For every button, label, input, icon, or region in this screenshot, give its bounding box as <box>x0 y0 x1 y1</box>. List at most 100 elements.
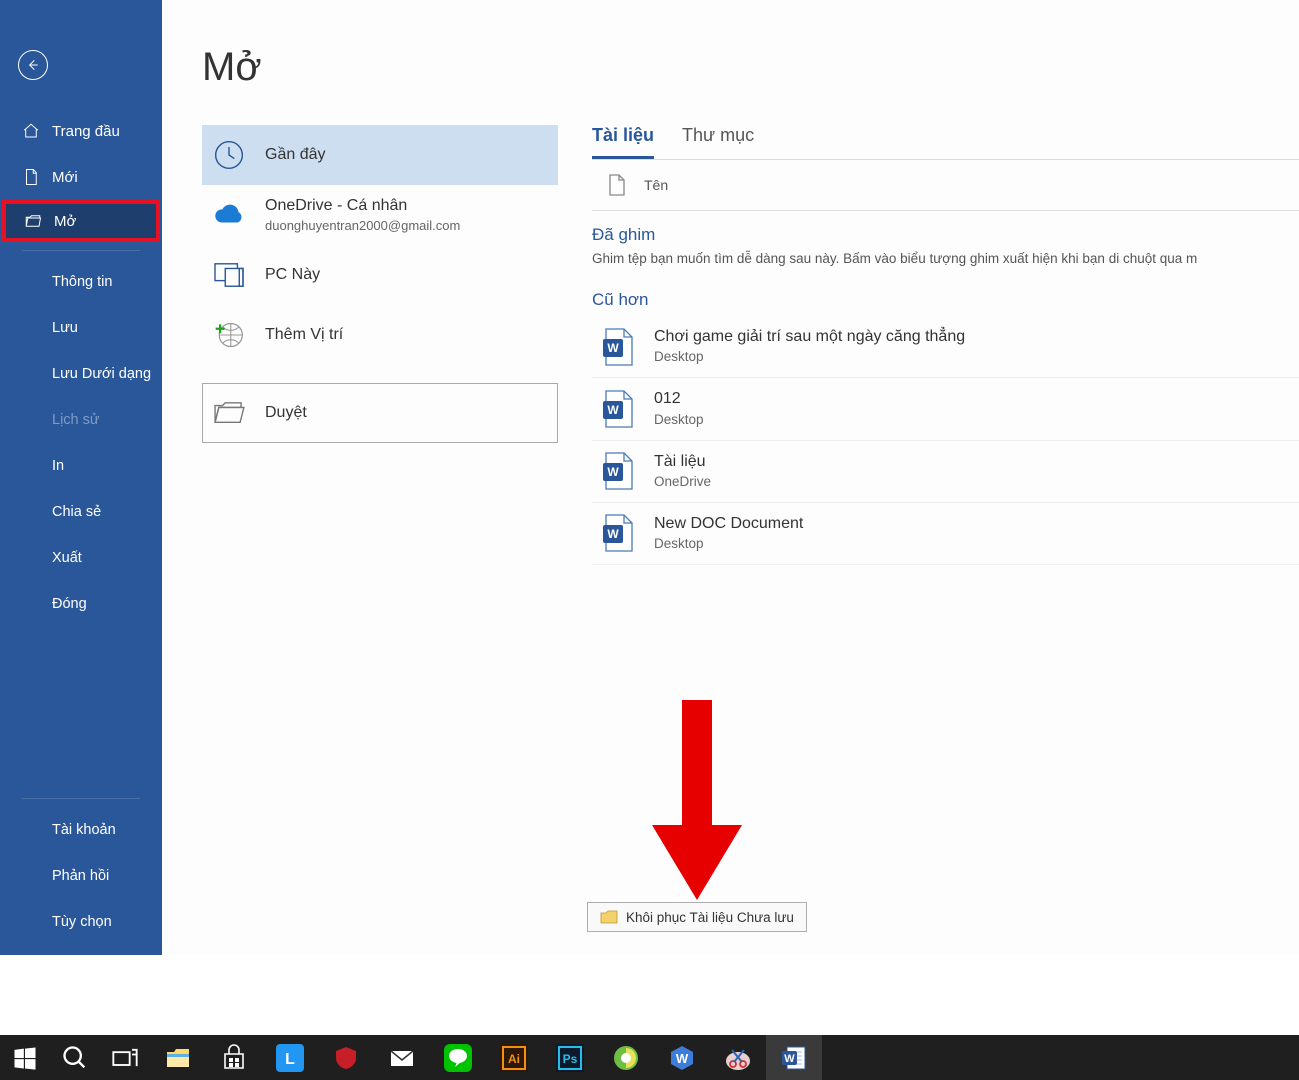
file-location: OneDrive <box>654 473 711 492</box>
svg-text:W: W <box>607 341 619 355</box>
nav-options[interactable]: Tùy chọn <box>0 899 162 945</box>
column-header[interactable]: Tên <box>592 160 1299 211</box>
nav-home[interactable]: Trang đầu <box>0 108 162 154</box>
section-pinned-heading: Đã ghim <box>592 211 1299 251</box>
taskview-icon <box>111 1044 139 1072</box>
nav-label: Trang đầu <box>52 123 120 140</box>
nav-share[interactable]: Chia sẻ <box>0 489 162 535</box>
location-label: Gần đây <box>265 146 325 164</box>
nav-export[interactable]: Xuất <box>0 535 162 581</box>
location-thispc[interactable]: PC Này <box>202 245 558 305</box>
cloud-icon <box>211 197 247 233</box>
nav-history: Lịch sử <box>0 397 162 443</box>
taskbar-taskview[interactable] <box>100 1035 150 1080</box>
file-icon <box>608 174 626 196</box>
word-icon: W <box>780 1044 808 1072</box>
mail-icon <box>388 1044 416 1072</box>
tabs: Tài liệu Thư mục <box>592 125 1299 160</box>
page-title: Mở <box>162 0 1299 108</box>
taskbar-mail[interactable] <box>374 1035 430 1080</box>
file-item[interactable]: W Chơi game giải trí sau một ngày căng t… <box>592 316 1299 378</box>
taskbar-app-blue[interactable]: W <box>654 1035 710 1080</box>
nav-close[interactable]: Đóng <box>0 581 162 627</box>
taskbar-coccoc[interactable] <box>598 1035 654 1080</box>
section-pinned-desc: Ghim tệp bạn muốn tìm dễ dàng sau này. B… <box>592 251 1299 276</box>
word-doc-icon: W <box>602 451 636 491</box>
taskbar-search[interactable] <box>50 1035 100 1080</box>
taskbar-word[interactable]: W <box>766 1035 822 1080</box>
globe-plus-icon <box>211 317 247 353</box>
taskbar-app-l[interactable]: L <box>262 1035 318 1080</box>
file-name: 012 <box>654 388 704 410</box>
recover-unsaved-button[interactable]: Khôi phục Tài liệu Chưa lưu <box>587 902 807 932</box>
ai-icon: Ai <box>500 1044 528 1072</box>
file-location: Desktop <box>654 348 965 367</box>
tab-files[interactable]: Tài liệu <box>592 125 654 159</box>
location-addplace[interactable]: Thêm Vị trí <box>202 305 558 365</box>
file-location: Desktop <box>654 411 704 430</box>
browser-icon <box>612 1044 640 1072</box>
file-name: Chơi game giải trí sau một ngày căng thẳ… <box>654 326 965 348</box>
annotation-arrow-icon <box>652 700 742 900</box>
folder-open-icon <box>24 212 42 230</box>
svg-text:W: W <box>607 403 619 417</box>
nav-print[interactable]: In <box>0 443 162 489</box>
taskbar-start[interactable] <box>0 1035 50 1080</box>
file-item[interactable]: W 012 Desktop <box>592 378 1299 440</box>
search-icon <box>61 1044 89 1072</box>
file-location: Desktop <box>654 535 803 554</box>
location-recent[interactable]: Gần đây <box>202 125 558 185</box>
section-older-heading: Cũ hơn <box>592 276 1299 316</box>
clock-icon <box>211 137 247 173</box>
separator <box>22 250 140 251</box>
location-label: Thêm Vị trí <box>265 326 343 344</box>
chat-icon <box>444 1044 472 1072</box>
arrow-left-icon <box>25 57 41 73</box>
nav-new[interactable]: Mới <box>0 154 162 200</box>
file-icon <box>22 168 40 186</box>
nav-feedback[interactable]: Phản hồi <box>0 853 162 899</box>
nav-save[interactable]: Lưu <box>0 305 162 351</box>
word-doc-icon: W <box>602 389 636 429</box>
taskbar-explorer[interactable] <box>150 1035 206 1080</box>
folder-open-icon <box>211 395 247 431</box>
svg-text:W: W <box>676 1051 689 1066</box>
word-doc-icon: W <box>602 513 636 553</box>
taskbar-illustrator[interactable]: Ai <box>486 1035 542 1080</box>
svg-text:Ai: Ai <box>508 1052 520 1066</box>
svg-text:L: L <box>285 1051 295 1068</box>
svg-text:Ps: Ps <box>563 1052 578 1066</box>
back-button[interactable] <box>18 50 48 80</box>
folder-icon <box>600 910 618 924</box>
nav-saveas[interactable]: Lưu Dưới dạng <box>0 351 162 397</box>
file-name: Tài liệu <box>654 451 711 473</box>
svg-text:W: W <box>784 1053 795 1065</box>
separator <box>22 798 140 799</box>
location-label: Duyệt <box>265 404 307 422</box>
column-name-label: Tên <box>644 177 668 193</box>
pc-icon <box>211 257 247 293</box>
button-label: Khôi phục Tài liệu Chưa lưu <box>626 910 794 925</box>
tab-folders[interactable]: Thư mục <box>682 125 754 159</box>
windows-icon <box>11 1044 39 1072</box>
taskbar-line[interactable] <box>430 1035 486 1080</box>
taskbar: L Ai Ps W W <box>0 1035 1299 1080</box>
nav-label: Mới <box>52 169 78 186</box>
nav-account[interactable]: Tài khoản <box>0 807 162 853</box>
location-browse[interactable]: Duyệt <box>202 383 558 443</box>
file-name: New DOC Document <box>654 513 803 535</box>
taskbar-store[interactable] <box>206 1035 262 1080</box>
file-item[interactable]: W Tài liệu OneDrive <box>592 441 1299 503</box>
file-item[interactable]: W New DOC Document Desktop <box>592 503 1299 565</box>
folder-icon <box>164 1044 192 1072</box>
taskbar-photoshop[interactable]: Ps <box>542 1035 598 1080</box>
taskbar-mcafee[interactable] <box>318 1035 374 1080</box>
nav-label: Mở <box>54 213 76 230</box>
svg-text:W: W <box>607 527 619 541</box>
backstage-sidebar: Trang đầu Mới Mở Thông tin Lưu Lưu Dưới … <box>0 0 162 955</box>
nav-open[interactable]: Mở <box>2 200 160 242</box>
location-onedrive[interactable]: OneDrive - Cá nhân duonghuyentran2000@gm… <box>202 185 558 245</box>
location-label: OneDrive - Cá nhân <box>265 195 460 217</box>
nav-info[interactable]: Thông tin <box>0 259 162 305</box>
taskbar-snip[interactable] <box>710 1035 766 1080</box>
